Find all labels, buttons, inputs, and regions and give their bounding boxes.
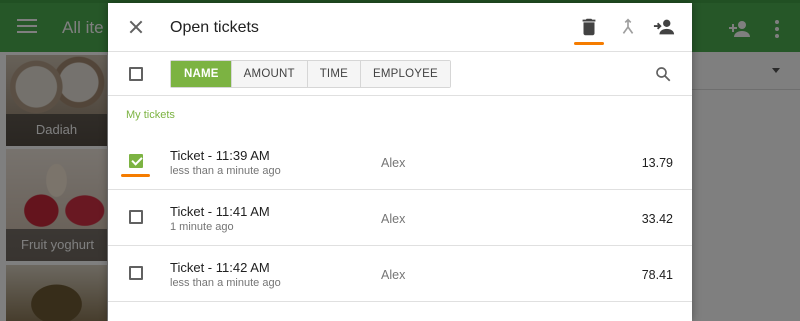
ticket-row[interactable]: Ticket - 11:42 AM less than a minute ago…	[108, 246, 692, 302]
checkbox-highlight	[121, 174, 150, 177]
ticket-checkbox[interactable]	[129, 154, 143, 168]
close-icon[interactable]	[127, 18, 145, 36]
ticket-name: Ticket - 11:42 AM	[170, 260, 270, 275]
ticket-employee: Alex	[381, 268, 406, 282]
ticket-checkbox[interactable]	[129, 210, 143, 224]
ticket-employee: Alex	[381, 212, 406, 226]
ticket-name: Ticket - 11:39 AM	[170, 148, 270, 163]
ticket-age: less than a minute ago	[170, 277, 281, 289]
ticket-age: 1 minute ago	[170, 221, 234, 233]
ticket-amount: 78.41	[641, 268, 673, 282]
ticket-amount: 13.79	[641, 156, 673, 170]
sort-amount-button[interactable]: AMOUNT	[231, 61, 308, 87]
sort-employee-button[interactable]: EMPLOYEE	[360, 61, 450, 87]
ticket-employee: Alex	[381, 156, 406, 170]
section-label: My tickets	[126, 109, 175, 121]
select-all-checkbox[interactable]	[129, 67, 143, 81]
ticket-checkbox[interactable]	[129, 266, 143, 280]
person-add-icon[interactable]	[653, 16, 675, 38]
dialog-header: Open tickets	[108, 3, 692, 52]
open-tickets-dialog: Open tickets NAME AMOUNT TIME EMPLOYEE M…	[108, 3, 692, 321]
trash-icon[interactable]	[578, 16, 600, 38]
ticket-row[interactable]: Ticket - 11:39 AM less than a minute ago…	[108, 134, 692, 190]
merge-icon[interactable]	[617, 16, 639, 38]
sort-segmented-control: NAME AMOUNT TIME EMPLOYEE	[170, 60, 451, 88]
ticket-name: Ticket - 11:41 AM	[170, 204, 270, 219]
sort-filter-bar: NAME AMOUNT TIME EMPLOYEE	[108, 52, 692, 96]
sort-name-button[interactable]: NAME	[171, 61, 232, 87]
dialog-title: Open tickets	[170, 19, 259, 36]
sort-time-button[interactable]: TIME	[307, 61, 361, 87]
search-icon[interactable]	[654, 65, 672, 83]
delete-highlight	[574, 42, 604, 45]
ticket-row[interactable]: Ticket - 11:41 AM 1 minute ago Alex 33.4…	[108, 190, 692, 246]
ticket-amount: 33.42	[641, 212, 673, 226]
ticket-age: less than a minute ago	[170, 165, 281, 177]
